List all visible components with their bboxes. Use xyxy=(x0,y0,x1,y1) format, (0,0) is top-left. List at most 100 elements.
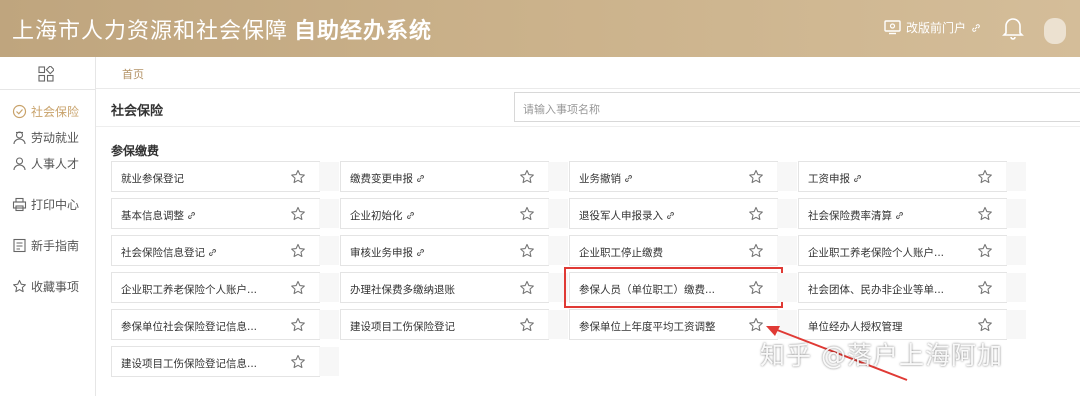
sidebar-item-personnel[interactable]: 人事人才 xyxy=(12,155,79,172)
service-card[interactable]: 企业职工停止缴费 xyxy=(569,235,797,266)
service-card[interactable]: 社会保险信息登记 xyxy=(111,235,339,266)
service-card-text: 社会保险费率清算 xyxy=(808,210,892,222)
star-icon[interactable] xyxy=(977,206,993,222)
star-icon[interactable] xyxy=(977,169,993,185)
favorite-star-button[interactable] xyxy=(290,169,306,189)
service-card[interactable]: 企业初始化 xyxy=(340,198,568,229)
service-card-text: 企业职工养老保险个人账户... xyxy=(121,284,258,296)
service-card[interactable]: 企业职工养老保险个人账户... xyxy=(798,235,1026,266)
favorite-star-button[interactable] xyxy=(290,243,306,263)
service-card[interactable]: 社会保险费率清算 xyxy=(798,198,1026,229)
service-card[interactable]: 参保人员（单位职工）缴费... xyxy=(564,267,797,308)
favorite-star-button[interactable] xyxy=(519,243,535,263)
star-icon[interactable] xyxy=(290,206,306,222)
favorite-star-button[interactable] xyxy=(977,206,993,226)
breadcrumb-home[interactable]: 首页 xyxy=(122,66,144,82)
service-card-label: 社会团体、民办非企业等单... xyxy=(808,282,944,297)
sidebar: 社会保险 劳动就业 人事人才 打印中心 新手指南 收藏事项 xyxy=(0,57,96,396)
favorite-star-button[interactable] xyxy=(748,243,764,263)
service-card[interactable]: 基本信息调整 xyxy=(111,198,339,229)
link-icon xyxy=(417,175,424,182)
star-icon[interactable] xyxy=(748,280,764,296)
search-input[interactable]: 请输入事项名称 xyxy=(514,92,1080,122)
service-card-label: 工资申报 xyxy=(808,171,862,186)
star-icon[interactable] xyxy=(977,317,993,333)
sidebar-item-employment[interactable]: 劳动就业 xyxy=(12,129,79,146)
favorite-star-button[interactable] xyxy=(748,280,764,300)
service-card-text: 社会团体、民办非企业等单... xyxy=(808,284,945,296)
service-card-label: 参保单位社会保险登记信息... xyxy=(121,319,257,334)
favorite-star-button[interactable] xyxy=(748,206,764,226)
favorite-star-button[interactable] xyxy=(519,280,535,300)
star-icon[interactable] xyxy=(748,169,764,185)
service-card-text: 业务撤销 xyxy=(579,173,621,185)
star-icon xyxy=(13,279,26,293)
service-card-text: 建设项目工伤保险登记 xyxy=(350,321,455,333)
link-icon xyxy=(972,23,980,32)
bell-icon[interactable] xyxy=(1002,16,1024,40)
service-card[interactable]: 办理社保费多缴纳退账 xyxy=(340,272,568,303)
favorite-star-button[interactable] xyxy=(519,169,535,189)
sidebar-item-social-insurance[interactable]: 社会保险 xyxy=(12,103,79,120)
sidebar-item-label: 新手指南 xyxy=(31,239,80,253)
star-icon[interactable] xyxy=(977,243,993,259)
service-card[interactable]: 就业参保登记 xyxy=(111,161,339,192)
service-card-label: 企业初始化 xyxy=(350,208,415,223)
star-icon[interactable] xyxy=(290,243,306,259)
service-card[interactable]: 企业职工养老保险个人账户... xyxy=(111,272,339,303)
service-card[interactable]: 审核业务申报 xyxy=(340,235,568,266)
service-card[interactable]: 退役军人申报录入 xyxy=(569,198,797,229)
service-card[interactable]: 参保单位社会保险登记信息... xyxy=(111,309,339,340)
star-icon[interactable] xyxy=(519,317,535,333)
star-icon[interactable] xyxy=(519,169,535,185)
old-portal-link[interactable]: 改版前门户 xyxy=(884,19,981,36)
service-card[interactable]: 社会团体、民办非企业等单... xyxy=(798,272,1026,303)
sidebar-item-guide[interactable]: 新手指南 xyxy=(12,237,79,254)
service-card[interactable]: 工资申报 xyxy=(798,161,1026,192)
sidebar-item-label: 人事人才 xyxy=(31,157,80,171)
breadcrumb: 首页 xyxy=(96,57,1080,89)
service-card[interactable]: 业务撤销 xyxy=(569,161,797,192)
service-card[interactable]: 缴费变更申报 xyxy=(340,161,568,192)
sidebar-item-favorites[interactable]: 收藏事项 xyxy=(12,278,79,295)
sidebar-item-print-center[interactable]: 打印中心 xyxy=(12,196,79,213)
service-card-text: 参保单位社会保险登记信息... xyxy=(121,321,258,333)
star-icon[interactable] xyxy=(290,280,306,296)
service-card-label: 基本信息调整 xyxy=(121,208,196,223)
favorite-star-button[interactable] xyxy=(519,206,535,226)
sidebar-item-label: 收藏事项 xyxy=(31,280,80,294)
favorite-star-button[interactable] xyxy=(977,280,993,300)
star-icon[interactable] xyxy=(748,243,764,259)
star-icon[interactable] xyxy=(290,317,306,333)
service-card[interactable]: 建设项目工伤保险登记 xyxy=(340,309,568,340)
star-icon[interactable] xyxy=(519,206,535,222)
service-card-label: 企业职工养老保险个人账户... xyxy=(808,245,944,260)
service-card-text: 办理社保费多缴纳退账 xyxy=(350,284,455,296)
search-placeholder: 请输入事项名称 xyxy=(523,103,600,116)
favorite-star-button[interactable] xyxy=(748,169,764,189)
service-card-label: 就业参保登记 xyxy=(121,171,184,186)
favorite-star-button[interactable] xyxy=(290,206,306,226)
service-card-text: 企业职工停止缴费 xyxy=(579,247,663,259)
favorite-star-button[interactable] xyxy=(977,243,993,263)
service-card[interactable]: 建设项目工伤保险登记信息... xyxy=(111,346,339,377)
link-icon xyxy=(896,212,903,219)
service-card[interactable]: 参保单位上年度平均工资调整 xyxy=(569,309,797,340)
favorite-star-button[interactable] xyxy=(977,169,993,189)
favorite-star-button[interactable] xyxy=(290,317,306,337)
favorite-star-button[interactable] xyxy=(977,317,993,337)
star-icon[interactable] xyxy=(290,354,306,370)
favorite-star-button[interactable] xyxy=(290,354,306,374)
worker-icon xyxy=(13,131,26,145)
service-card-label: 社会保险信息登记 xyxy=(121,245,217,260)
star-icon[interactable] xyxy=(290,169,306,185)
favorite-star-button[interactable] xyxy=(519,317,535,337)
star-icon[interactable] xyxy=(748,206,764,222)
avatar[interactable] xyxy=(1044,18,1066,44)
star-icon[interactable] xyxy=(977,280,993,296)
star-icon[interactable] xyxy=(519,243,535,259)
star-icon[interactable] xyxy=(519,280,535,296)
favorite-star-button[interactable] xyxy=(290,280,306,300)
service-card-text: 企业职工养老保险个人账户... xyxy=(808,247,945,259)
grid-menu-icon[interactable] xyxy=(38,66,54,82)
